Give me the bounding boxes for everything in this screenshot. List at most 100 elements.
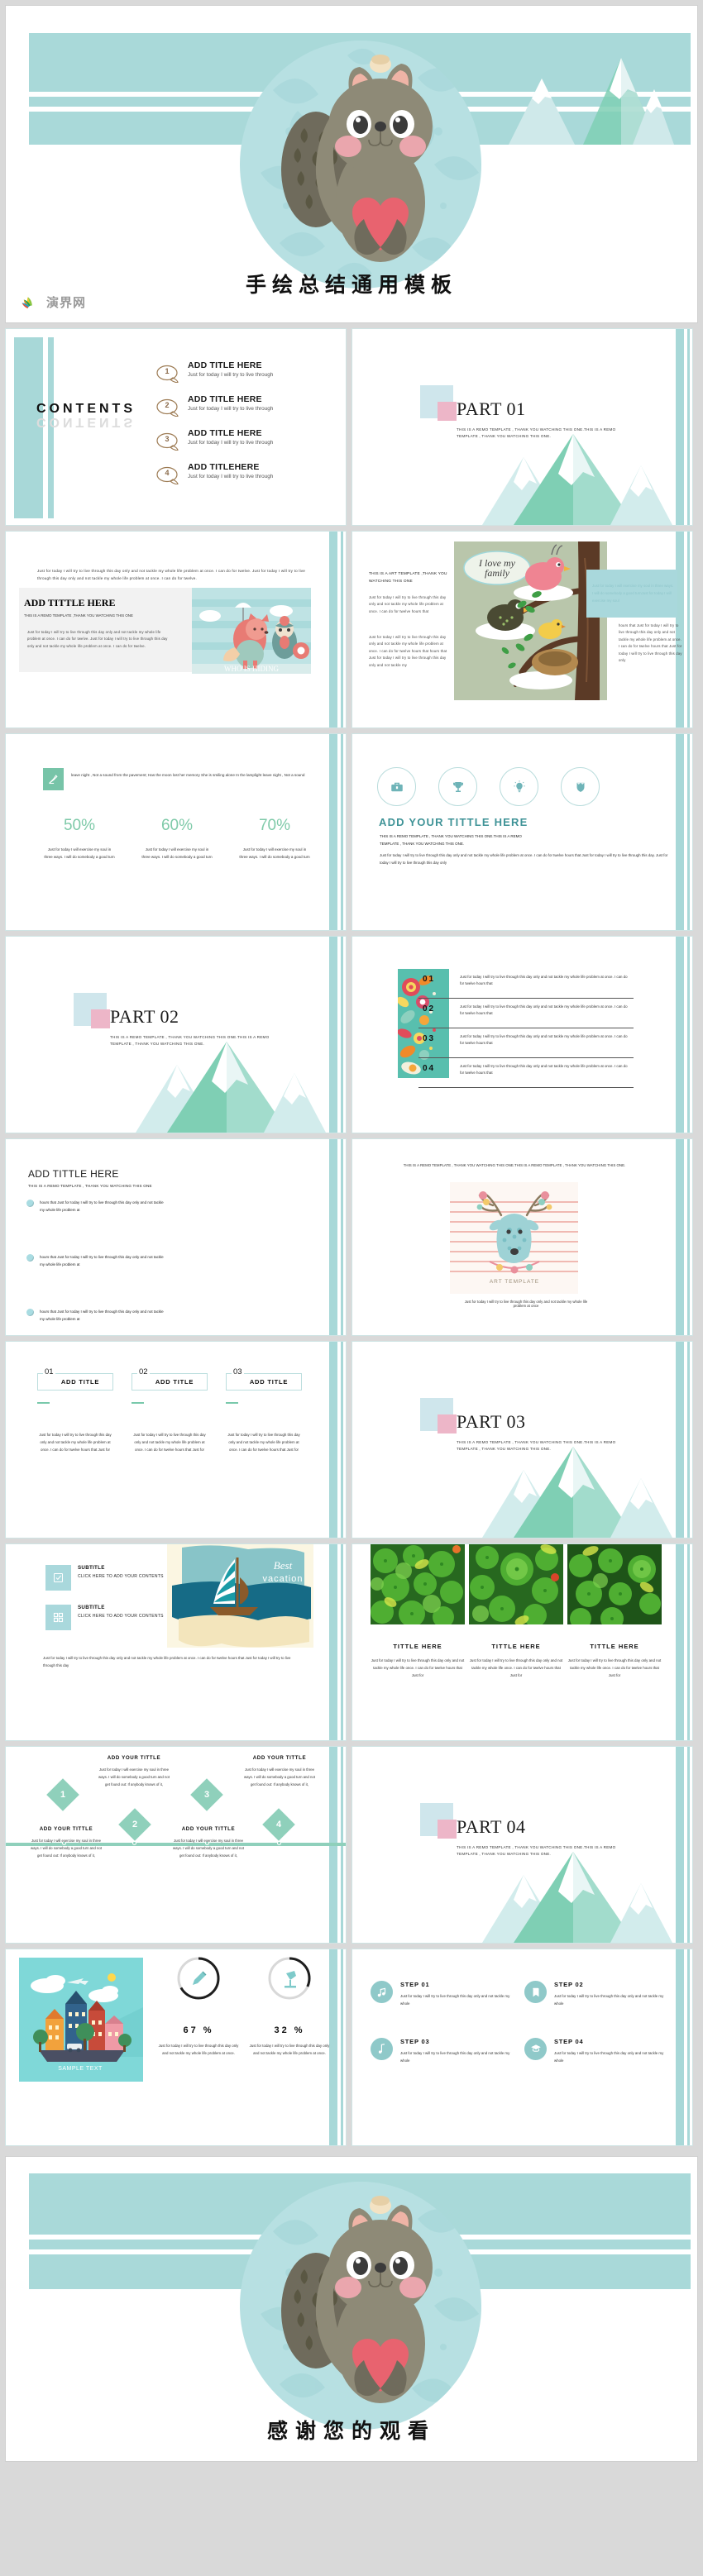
ending-slide[interactable]: 感谢您的观看 bbox=[5, 2156, 698, 2462]
slide-row-6: 01 ADD TITLE Just for today I will try t… bbox=[0, 1341, 703, 1543]
three-cards-slide[interactable]: 01 ADD TITLE Just for today I will try t… bbox=[5, 1341, 347, 1538]
part-02-slide[interactable]: PART 02 THIS IS A REMO TEMPLATE , THANK … bbox=[5, 936, 347, 1133]
table-row[interactable]: 04 Just for today I will try to live thr… bbox=[418, 1058, 634, 1088]
card-number: 03 bbox=[232, 1367, 244, 1376]
step-item[interactable]: STEP 01 Just for today I will try to liv… bbox=[371, 1981, 524, 2008]
list-item[interactable]: hours that Just for today I will try to … bbox=[26, 1199, 180, 1214]
table-row[interactable]: 02 Just for today I will try to live thr… bbox=[418, 999, 634, 1028]
card-number: 01 bbox=[43, 1367, 55, 1376]
right-bar bbox=[676, 734, 684, 930]
marker-number: 2 bbox=[132, 1820, 138, 1829]
gallery-text: Just for today I will try to live throug… bbox=[371, 1658, 465, 1678]
part-04-slide[interactable]: PART 04 THIS IS A REMO TEMPLATE , THANK … bbox=[352, 1746, 693, 1944]
bullet-points-slide[interactable]: ADD TITTLE HERE THIS IS A REMO TEMPLATE … bbox=[5, 1138, 347, 1336]
grid-icon bbox=[45, 1605, 71, 1630]
decor-square-pink bbox=[438, 1820, 457, 1839]
right-bar-thin bbox=[341, 937, 343, 1133]
subtitle-item[interactable]: SUBTITLE CLICK HERE TO ADD YOUR CONTENTS bbox=[45, 1605, 164, 1630]
list-item[interactable]: hours that Just for today I will try to … bbox=[26, 1253, 180, 1269]
timeline-marker[interactable]: 3 bbox=[190, 1778, 223, 1811]
part-03-slide[interactable]: PART 03 THIS IS A REMO TEMPLATE , THANK … bbox=[352, 1341, 693, 1538]
gallery-text: Just for today I will try to live throug… bbox=[469, 1658, 563, 1678]
step-title: STEP 02 bbox=[554, 1981, 584, 1988]
card-body: Just for today I will try to live throug… bbox=[27, 630, 168, 648]
part-title: PART 01 bbox=[457, 398, 526, 419]
table-row[interactable]: 03 Just for today I will try to live thr… bbox=[418, 1028, 634, 1058]
gallery-card[interactable]: TITTLE HERE Just for today I will try to… bbox=[469, 1544, 563, 1679]
numbered-list-slide[interactable]: 01 Just for today I will try to live thr… bbox=[352, 936, 693, 1133]
card-header: 02 ADD TITLE bbox=[132, 1367, 208, 1391]
briefcase-icon[interactable] bbox=[377, 767, 416, 806]
donut-stat: 67 % Just for today I will try to live t… bbox=[153, 1954, 244, 2058]
step-text: Just for today I will try to live throug… bbox=[400, 2050, 510, 2063]
subtitle-item[interactable]: SUBTITLE CLICK HERE TO ADD YOUR CONTENTS bbox=[45, 1565, 164, 1591]
card[interactable]: 03 ADD TITLE Just for today I will try t… bbox=[226, 1367, 302, 1453]
list-item[interactable]: 1 ADD TITLE HERE Just for today I will t… bbox=[156, 360, 337, 383]
leaves-gallery-slide[interactable]: TITTLE HERE Just for today I will try to… bbox=[352, 1543, 693, 1741]
list-item[interactable]: 4 ADD TITLEHERE Just for today I will tr… bbox=[156, 462, 337, 484]
cover-title: 手绘总结通用模板 bbox=[245, 274, 457, 297]
list-item[interactable]: 2 ADD TITLE HERE Just for today I will t… bbox=[156, 394, 337, 417]
icon-circles-slide[interactable]: ADD YOUR TITTLE HERE THIS IS A REMO TEMP… bbox=[352, 733, 693, 931]
timeline-marker[interactable]: 1 bbox=[46, 1778, 79, 1811]
donut-stats-slide[interactable]: SAMPLE TEXT 67 % Just for today I will t… bbox=[5, 1949, 347, 2146]
step-item[interactable]: STEP 02 Just for today I will try to liv… bbox=[524, 1981, 678, 2008]
part-01-slide[interactable]: PART 01 THIS IS A REMO TEMPLATE , THANK … bbox=[352, 328, 693, 526]
right-bar bbox=[676, 1747, 684, 1943]
card[interactable]: 01 ADD TITLE Just for today I will try t… bbox=[37, 1367, 113, 1453]
steps-slide[interactable]: STEP 01 Just for today I will try to liv… bbox=[352, 1949, 693, 2146]
step-item[interactable]: STEP 03 Just for today I will try to liv… bbox=[371, 2037, 524, 2065]
single-note-icon bbox=[371, 2037, 393, 2060]
gallery-card[interactable]: TITTLE HERE Just for today I will try to… bbox=[567, 1544, 662, 1679]
part-title: PART 03 bbox=[457, 1411, 526, 1432]
mountains-illustration bbox=[466, 1438, 672, 1538]
right-bar-thin bbox=[687, 532, 690, 727]
bullet-text: hours that Just for today I will try to … bbox=[40, 1200, 164, 1213]
birds-illustration: I love my family bbox=[454, 541, 607, 700]
donut-value: 32 % bbox=[274, 2025, 305, 2035]
card[interactable]: 02 ADD TITLE Just for today I will try t… bbox=[132, 1367, 208, 1453]
timeline-block: ADD YOUR TITTLE Just for today I will ex… bbox=[171, 1826, 246, 1859]
slide-title: ADD TITTLE HERE bbox=[28, 1168, 119, 1180]
shield-icon[interactable] bbox=[561, 767, 600, 806]
speech-bubble-icon: 1 bbox=[156, 365, 183, 383]
stat-value: 60% bbox=[160, 817, 194, 834]
gallery-card[interactable]: TITTLE HERE Just for today I will try to… bbox=[371, 1544, 465, 1679]
lightbulb-icon[interactable] bbox=[500, 767, 538, 806]
marker-number: 1 bbox=[60, 1790, 66, 1800]
pen-badge-icon bbox=[43, 768, 64, 790]
percent-stats-slide[interactable]: leave night , Not a sound from the pavem… bbox=[5, 733, 347, 931]
item-title: ADD TITLEHERE bbox=[188, 462, 260, 472]
gallery-title: TITTLE HERE bbox=[590, 1643, 639, 1650]
intro-paragraph: Just for today I will try to live throug… bbox=[37, 569, 306, 580]
right-bar-thin bbox=[341, 1139, 343, 1335]
add-tittle-here-slide[interactable]: Just for today I will try to live throug… bbox=[5, 531, 347, 728]
timeline-slide[interactable]: 1 2 3 4 ADD YOUR TITTLE Just for today I… bbox=[5, 1746, 347, 1944]
card-rule bbox=[132, 1402, 144, 1405]
card-text: Just for today I will try to live throug… bbox=[39, 1433, 112, 1453]
icon-circle-row bbox=[377, 767, 600, 806]
birds-family-slide[interactable]: THIS IS A ART TEMPLATE ,THANK YOU WATCHI… bbox=[352, 531, 693, 728]
trophy-icon[interactable] bbox=[438, 767, 477, 806]
deer-illustration-slide[interactable]: THIS IS A REMO TEMPLATE , THANK YOU WATC… bbox=[352, 1138, 693, 1336]
step-item[interactable]: STEP 04 Just for today I will try to liv… bbox=[524, 2037, 678, 2065]
row-number: 03 bbox=[423, 1034, 436, 1043]
step-text: Just for today I will try to live throug… bbox=[554, 1994, 664, 2006]
stat-item: 60% Just for today I will exercise my so… bbox=[128, 817, 226, 861]
block-text: Just for today I will exercise my soul i… bbox=[31, 1839, 102, 1858]
svg-text:vacation: vacation bbox=[263, 1574, 304, 1584]
contents-slide[interactable]: CONTENTS CONTENTS 1 ADD TITLE HERE Just … bbox=[5, 328, 347, 526]
table-row[interactable]: 01 Just for today I will try to live thr… bbox=[418, 969, 634, 999]
list-item[interactable]: 3 ADD TITLE HERE Just for today I will t… bbox=[156, 428, 337, 451]
right-bar-thin bbox=[687, 329, 690, 525]
slide-row-1: CONTENTS CONTENTS 1 ADD TITLE HERE Just … bbox=[0, 328, 703, 531]
timeline-marker[interactable]: 4 bbox=[262, 1808, 295, 1841]
card-subtitle: THIS IS A REMO TEMPLATE ,THANK YOU WATCH… bbox=[24, 613, 133, 618]
boat-subtitle-slide[interactable]: SUBTITLE CLICK HERE TO ADD YOUR CONTENTS… bbox=[5, 1543, 347, 1741]
cover-slide[interactable]: 手绘总结通用模板 演界网 bbox=[5, 5, 698, 323]
timeline-marker[interactable]: 2 bbox=[118, 1808, 151, 1841]
list-item[interactable]: hours that Just for today I will try to … bbox=[26, 1308, 180, 1324]
right-bar bbox=[329, 532, 337, 727]
step-title: STEP 04 bbox=[554, 2037, 584, 2045]
card-title: ADD TITTLE HERE bbox=[24, 597, 116, 608]
